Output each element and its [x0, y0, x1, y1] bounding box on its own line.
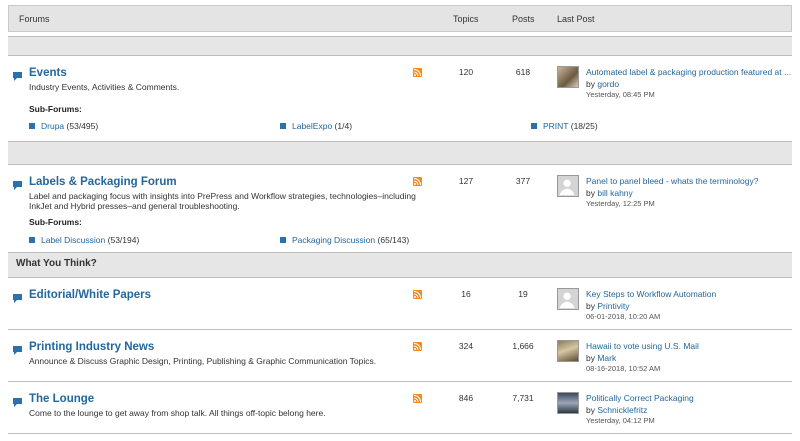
last-post-time: 06-01-2018, 10:20 AM	[586, 312, 661, 321]
rss-icon[interactable]	[413, 290, 422, 299]
last-post-title[interactable]: Politically Correct Packaging	[586, 393, 694, 403]
posts-count: 7,731	[512, 393, 534, 403]
last-post-time: Yesterday, 04:12 PM	[586, 416, 655, 425]
forum-description: Come to the lounge to get away from shop…	[29, 408, 326, 418]
category-title[interactable]: What You Think?	[16, 258, 97, 269]
subforums-label: Sub-Forums:	[29, 104, 82, 114]
subforum-link-packaging-discussion[interactable]: Packaging Discussion (65/143)	[280, 235, 409, 245]
forum-bubble-icon	[13, 398, 22, 407]
last-post-time: Yesterday, 12:25 PM	[586, 199, 655, 208]
forum-description: Industry Events, Activities & Comments.	[29, 82, 180, 92]
default-avatar-icon[interactable]	[557, 288, 579, 310]
last-post-author: by bill kahny	[586, 188, 633, 198]
posts-count: 618	[515, 67, 531, 77]
last-post-time: 08-16-2018, 10:52 AM	[586, 364, 661, 373]
avatar[interactable]	[557, 392, 579, 414]
subforum-icon	[531, 123, 537, 129]
forum-bubble-icon	[13, 346, 22, 355]
default-avatar-icon[interactable]	[557, 175, 579, 197]
subforum-link-labelexpo[interactable]: LabelExpo (1/4)	[280, 121, 352, 131]
subforum-link-print[interactable]: PRINT (18/25)	[531, 121, 598, 131]
posts-count: 1,666	[512, 341, 534, 351]
subforum-link-drupa[interactable]: Drupa (53/495)	[29, 121, 98, 131]
category-what-you-think: What You Think?	[8, 252, 792, 278]
topics-count: 324	[458, 341, 474, 351]
avatar[interactable]	[557, 340, 579, 362]
forum-description: Announce & Discuss Graphic Design, Print…	[29, 356, 377, 366]
last-post-title[interactable]: Key Steps to Workflow Automation	[586, 289, 716, 299]
row-divider	[8, 433, 792, 434]
topics-count: 127	[458, 176, 474, 186]
forum-row-printing-news: Printing Industry News Announce & Discus…	[8, 330, 792, 380]
forum-title[interactable]: Labels & Packaging Forum	[29, 176, 177, 188]
last-post-author: by gordo	[586, 79, 620, 89]
last-post-author: by Schnicklefritz	[586, 405, 648, 415]
subforum-icon	[280, 237, 286, 243]
forum-title[interactable]: The Lounge	[29, 393, 94, 405]
category-band	[8, 36, 792, 56]
forum-title[interactable]: Editorial/White Papers	[29, 289, 151, 301]
col-posts: Posts	[512, 14, 535, 24]
avatar[interactable]	[557, 66, 579, 88]
rss-icon[interactable]	[413, 342, 422, 351]
topics-count: 16	[461, 289, 471, 299]
last-post-title[interactable]: Automated label & packaging production f…	[586, 67, 791, 77]
forum-description: Label and packaging focus with insights …	[29, 191, 416, 211]
col-last-post: Last Post	[557, 14, 595, 24]
category-band	[8, 141, 792, 165]
last-post-title[interactable]: Hawaii to vote using U.S. Mail	[586, 341, 699, 351]
subforums-label: Sub-Forums:	[29, 217, 82, 227]
topics-count: 846	[458, 393, 474, 403]
forum-table-header: Forums Topics Posts Last Post	[8, 5, 792, 32]
forum-bubble-icon	[13, 72, 22, 81]
forum-row-editorial: Editorial/White Papers 16 19 Key Steps t…	[8, 278, 792, 328]
forum-row-events: Events Industry Events, Activities & Com…	[8, 56, 792, 140]
last-post-author: by Mark	[586, 353, 617, 363]
subforum-link-label-discussion[interactable]: Label Discussion (53/194)	[29, 235, 139, 245]
col-topics: Topics	[453, 14, 479, 24]
forum-row-lounge: The Lounge Come to the lounge to get awa…	[8, 382, 792, 432]
topics-count: 120	[458, 67, 474, 77]
subforum-icon	[29, 123, 35, 129]
posts-count: 19	[518, 289, 528, 299]
rss-icon[interactable]	[413, 68, 422, 77]
forum-bubble-icon	[13, 294, 22, 303]
forum-bubble-icon	[13, 181, 22, 190]
forum-row-labels-packaging: Labels & Packaging Forum Label and packa…	[8, 165, 792, 251]
col-forums: Forums	[19, 14, 50, 24]
last-post-author: by Printivity	[586, 301, 630, 311]
last-post-title[interactable]: Panel to panel bleed - whats the termino…	[586, 176, 758, 186]
subforum-icon	[29, 237, 35, 243]
subforum-icon	[280, 123, 286, 129]
forum-title[interactable]: Printing Industry News	[29, 341, 154, 353]
rss-icon[interactable]	[413, 394, 422, 403]
rss-icon[interactable]	[413, 177, 422, 186]
posts-count: 377	[515, 176, 531, 186]
last-post-time: Yesterday, 08:45 PM	[586, 90, 655, 99]
forum-title[interactable]: Events	[29, 67, 67, 79]
